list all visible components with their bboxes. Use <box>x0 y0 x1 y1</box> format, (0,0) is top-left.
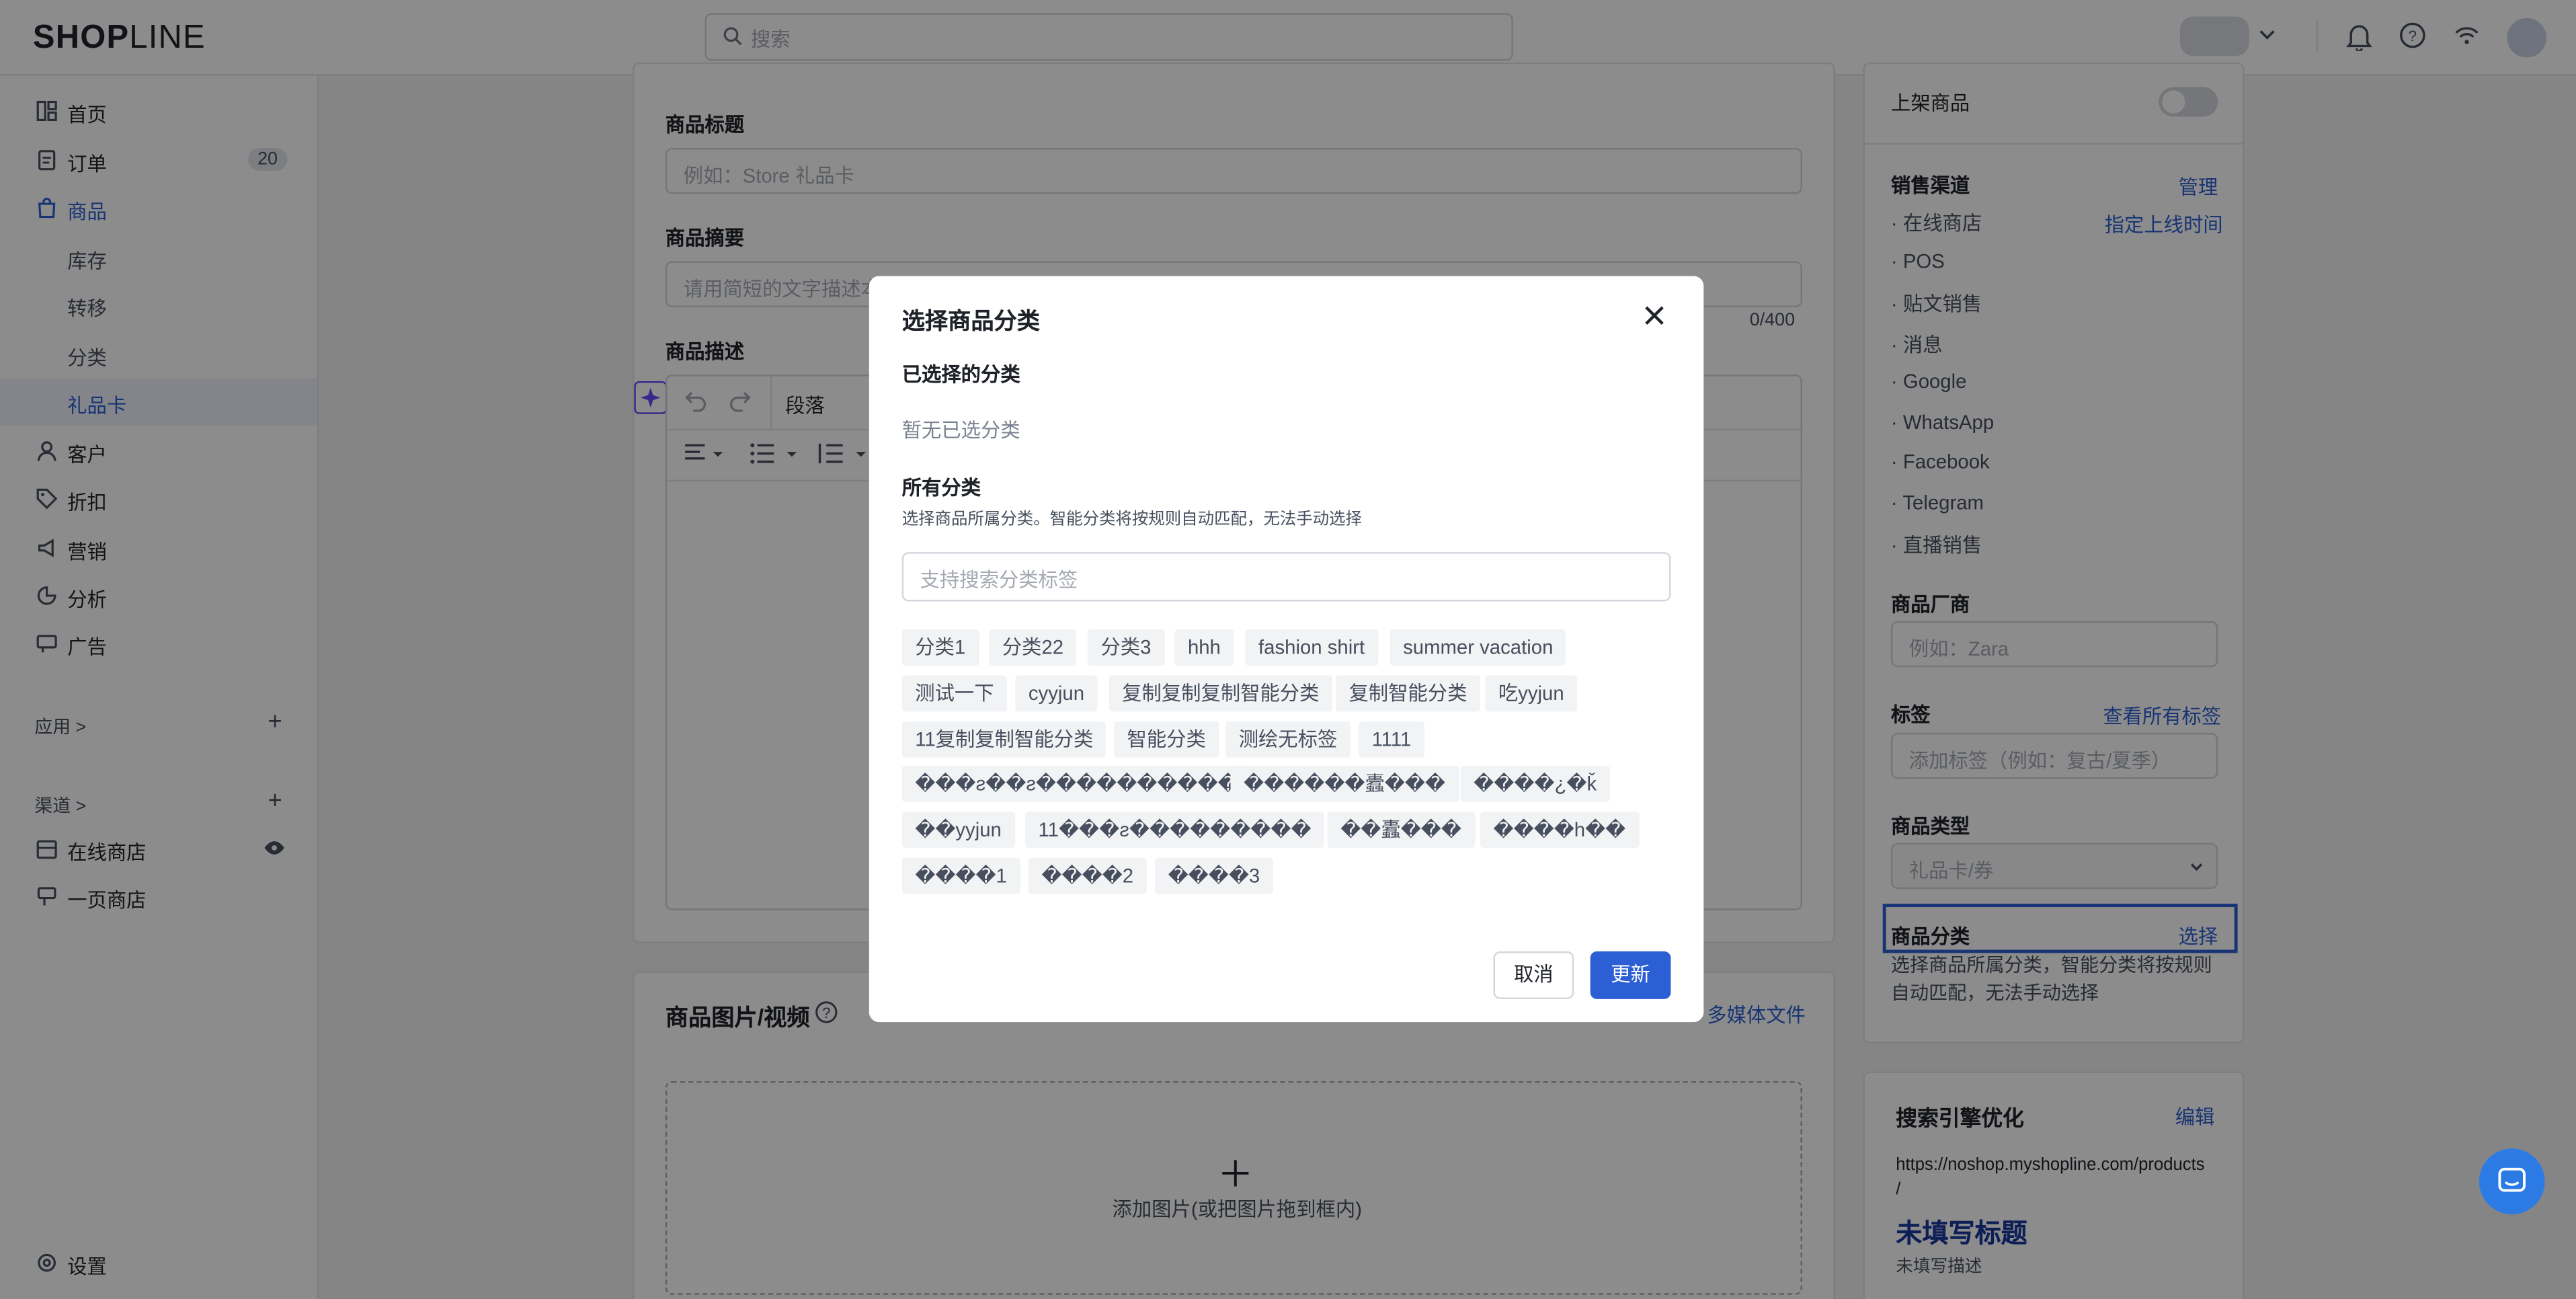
category-chip[interactable]: summer vacation <box>1390 629 1566 666</box>
category-chip[interactable]: 复制复制复制智能分类 <box>1109 675 1333 712</box>
category-chip[interactable]: 复制智能分类 <box>1335 675 1480 712</box>
category-chip[interactable]: ��yyjun <box>901 812 1015 849</box>
category-chip[interactable]: cyyjun <box>1015 675 1098 712</box>
close-icon[interactable] <box>1643 304 1666 327</box>
update-button[interactable]: 更新 <box>1590 951 1671 999</box>
selected-categories-label: 已选择的分类 <box>901 363 1020 387</box>
category-search-input[interactable]: 支持搜索分类标签 <box>901 552 1671 602</box>
category-chip[interactable]: 分类1 <box>901 629 979 666</box>
category-chip[interactable]: fashion shirt <box>1245 629 1378 666</box>
all-categories-help: 选择商品所属分类。智能分类将按规则自动匹配，无法手动选择 <box>901 511 1362 529</box>
all-categories-label: 所有分类 <box>901 476 981 500</box>
category-chip[interactable]: ����1 <box>901 857 1020 894</box>
chat-icon <box>2497 1167 2527 1196</box>
select-category-dialog: 选择商品分类 已选择的分类 暂无已选分类 所有分类 选择商品所属分类。智能分类将… <box>869 276 1704 1023</box>
category-chip[interactable]: ��蠹��� <box>1327 812 1475 849</box>
category-chip[interactable]: ����¿�ǩ <box>1460 765 1610 802</box>
category-chip[interactable]: 分类22 <box>989 629 1077 666</box>
category-chip[interactable]: ����3 <box>1155 857 1273 894</box>
category-chip[interactable]: hhh <box>1174 629 1234 666</box>
category-chip[interactable]: 分类3 <box>1087 629 1164 666</box>
category-chip[interactable]: ����2 <box>1028 857 1147 894</box>
category-chip[interactable]: 11复制复制智能分类 <box>901 721 1106 758</box>
category-chip[interactable]: 11���ƨ��������� <box>1024 812 1325 849</box>
dialog-title: 选择商品分类 <box>901 307 1040 334</box>
cancel-button[interactable]: 取消 <box>1493 951 1574 999</box>
category-chip[interactable]: 测绘无标签 <box>1225 721 1351 758</box>
category-chip[interactable]: 吃yyjun <box>1485 675 1578 712</box>
chat-support-button[interactable] <box>2479 1148 2545 1215</box>
category-chip[interactable]: ����h�� <box>1480 812 1639 849</box>
category-chip[interactable]: 测试一下 <box>901 675 1008 712</box>
selected-empty-text: 暂无已选分类 <box>901 419 1020 442</box>
category-chip[interactable]: ������蠹��� <box>1230 765 1459 802</box>
category-chip[interactable]: 智能分类 <box>1113 721 1219 758</box>
category-chip[interactable]: 1111 <box>1359 721 1424 758</box>
category-chip[interactable]: ���ƨ��ƨ���������� <box>901 765 1252 802</box>
